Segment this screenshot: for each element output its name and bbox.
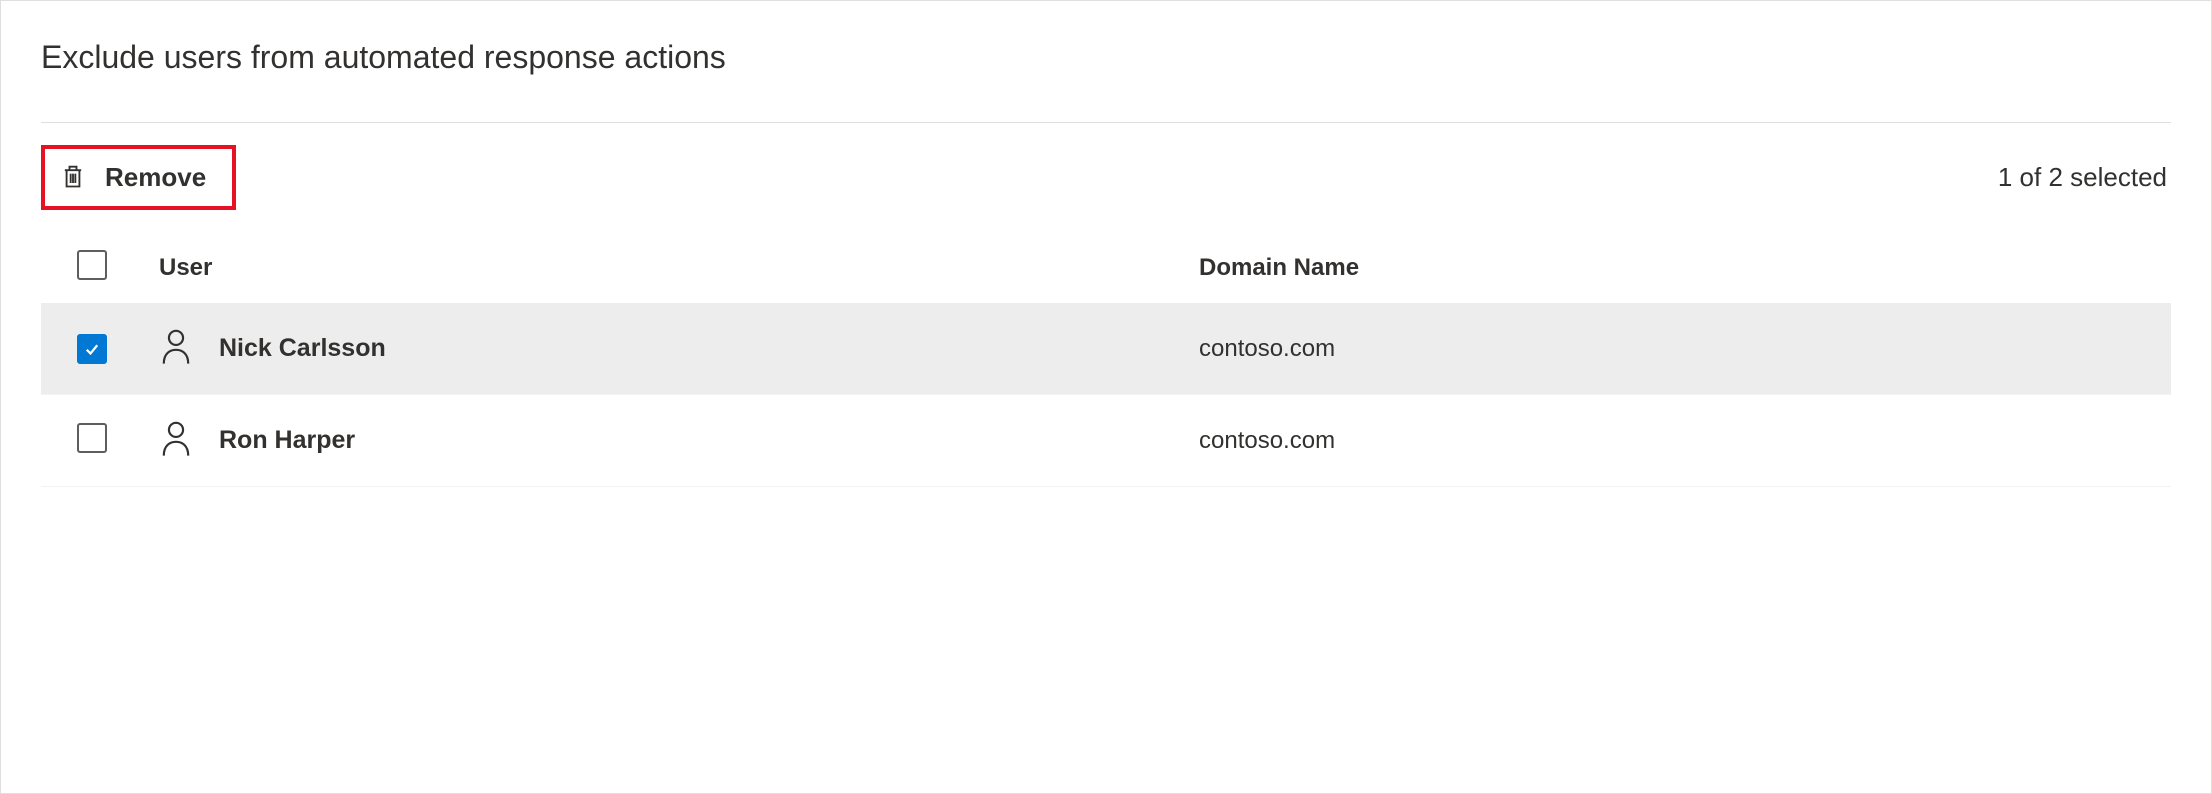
user-domain: contoso.com <box>1199 335 2151 363</box>
person-icon <box>159 419 193 462</box>
selection-count: 1 of 2 selected <box>1998 162 2171 193</box>
user-table: User Domain Name Nick Carlsson contoso.c… <box>41 232 2171 487</box>
toolbar: Remove 1 of 2 selected <box>41 123 2171 232</box>
user-domain: contoso.com <box>1199 427 2151 455</box>
trash-icon <box>59 161 87 194</box>
person-icon <box>159 327 193 370</box>
row-checkbox[interactable] <box>77 334 107 364</box>
user-name: Nick Carlsson <box>219 334 386 363</box>
table-header-row: User Domain Name <box>41 232 2171 303</box>
table-row[interactable]: Nick Carlsson contoso.com <box>41 303 2171 395</box>
page-title: Exclude users from automated response ac… <box>41 39 2171 76</box>
remove-button-label: Remove <box>105 162 206 193</box>
select-all-checkbox[interactable] <box>77 250 107 280</box>
column-header-domain[interactable]: Domain Name <box>1199 254 2151 282</box>
table-row[interactable]: Ron Harper contoso.com <box>41 395 2171 487</box>
user-name: Ron Harper <box>219 426 355 455</box>
remove-button[interactable]: Remove <box>41 145 236 210</box>
row-checkbox[interactable] <box>77 423 107 453</box>
column-header-user[interactable]: User <box>159 254 1199 282</box>
